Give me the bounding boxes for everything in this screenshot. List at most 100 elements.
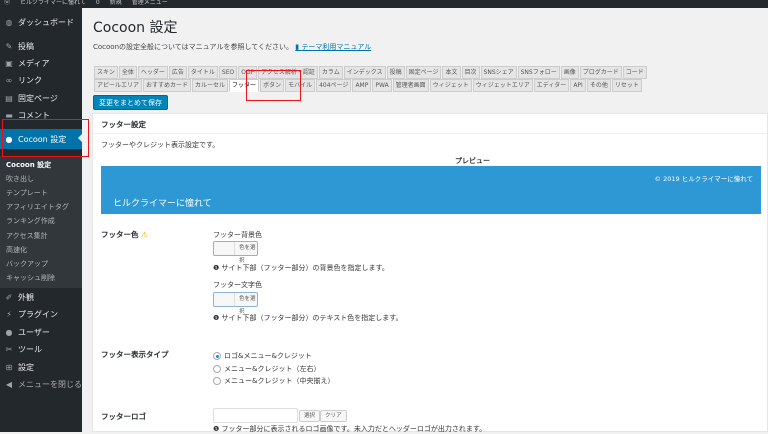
submenu-item[interactable]: Cocoon 設定 [6, 160, 51, 170]
save-all-button[interactable]: 変更をまとめて保存 [93, 95, 168, 110]
new-link[interactable]: 新規 [110, 0, 122, 8]
tab[interactable]: 投稿 [386, 66, 405, 79]
tab[interactable]: ウィジェット [429, 79, 472, 92]
tab[interactable]: タイトル [187, 66, 218, 79]
display-type-option[interactable]: ロゴ&メニュー&クレジット [213, 351, 312, 361]
tab[interactable]: インデックス [343, 66, 386, 79]
tab[interactable]: 管理者画面 [392, 79, 429, 92]
tab[interactable]: カラム [318, 66, 343, 79]
tab[interactable]: リセット [611, 79, 642, 92]
page-icon: ▤ [5, 94, 13, 103]
tab[interactable]: アクセス解析・認証 [258, 66, 318, 79]
label: Cocoon 設定 [18, 134, 67, 144]
radio[interactable] [213, 377, 221, 385]
tab[interactable]: アピールエリア [94, 79, 143, 92]
comment-icon: ▬ [5, 111, 13, 120]
sidebar-item-posts[interactable]: ✎ 投稿 [0, 38, 82, 55]
tab[interactable]: スキン [94, 66, 118, 79]
section-description: フッターやクレジット表示設定です。 [101, 141, 220, 149]
sidebar-item-users[interactable]: ● ユーザー [0, 324, 82, 341]
label: 投稿 [18, 42, 34, 51]
tab[interactable]: ボタン [260, 79, 285, 92]
tab[interactable]: おすすめカード [143, 79, 192, 92]
submenu-item[interactable]: アフィリエイトタグ [6, 202, 69, 212]
display-type-option[interactable]: メニュー&クレジット（左右） [213, 364, 320, 374]
sidebar-item-links[interactable]: ∞ リンク [0, 72, 82, 89]
submenu-item[interactable]: キャッシュ削除 [6, 273, 55, 283]
comments-count[interactable]: 0 [96, 0, 100, 8]
tab[interactable]: 全体 [118, 66, 137, 79]
footer-logo-label: フッターロゴ [101, 412, 146, 421]
tab[interactable]: 目次 [461, 66, 480, 79]
link-icon: ∞ [5, 76, 13, 85]
plugin-icon: ⚡ [6, 310, 12, 319]
sidebar-item-tools[interactable]: ✂ ツール [0, 341, 82, 358]
tab[interactable]: SEO [218, 66, 238, 79]
sidebar-item-cocoon-settings[interactable]: ● Cocoon 設定 [0, 129, 82, 149]
tab[interactable]: SNSフォロー [517, 66, 560, 79]
tab[interactable]: ヘッダー [137, 66, 168, 79]
info-icon: ❶ [213, 314, 220, 322]
collapse-icon: ◀ [5, 380, 13, 389]
tab[interactable]: 固定ページ [405, 66, 442, 79]
wp-logo-icon[interactable]: ⓦ [4, 0, 10, 8]
tab[interactable]: 画像 [560, 66, 579, 79]
sidebar-item-dashboard[interactable]: ◍ ダッシュボード [0, 14, 82, 31]
logo-url-input[interactable] [213, 408, 298, 423]
sidebar-item-media[interactable]: ▣ メディア [0, 55, 82, 72]
label: コメント [18, 111, 50, 120]
tab[interactable]: SNSシェア [480, 66, 517, 79]
site-name-link[interactable]: ヒルクライマーに憧れて [20, 0, 86, 8]
submenu-item[interactable]: 吹き出し [6, 174, 34, 184]
admin-menu-link[interactable]: 管理メニュー [132, 0, 168, 8]
text-color-picker[interactable]: 色を選択 [213, 292, 258, 315]
radio[interactable] [213, 365, 221, 373]
tab[interactable]: 広告 [168, 66, 187, 79]
tab[interactable]: その他 [586, 79, 611, 92]
warning-icon: ⚠ [141, 230, 148, 239]
intro-text: Cocoonの設定全般についてはマニュアルを参照してください。 ▮ テーマ利用マ… [93, 42, 371, 52]
radio-checked[interactable] [213, 352, 221, 360]
bg-color-label: フッター背景色 [213, 231, 262, 239]
sidebar-item-plugins[interactable]: ⚡ プラグイン [0, 306, 82, 323]
sidebar-item-settings[interactable]: ⊞ 設定 [0, 359, 82, 376]
tab[interactable]: ブログカード [579, 66, 622, 79]
submenu-item[interactable]: アクセス集計 [6, 231, 48, 241]
sidebar-item-comments[interactable]: ▬ コメント [0, 107, 82, 124]
tab[interactable]: エディター [533, 79, 570, 92]
tab[interactable]: カルーセル [192, 79, 229, 92]
logo-clear-button[interactable]: クリア [320, 410, 347, 422]
label: ロゴ&メニュー&クレジット [224, 352, 312, 360]
tab[interactable]: 本文 [442, 66, 461, 79]
manual-link[interactable]: ▮ テーマ利用マニュアル [295, 43, 371, 51]
user-icon: ● [5, 328, 13, 337]
media-icon: ▣ [5, 59, 13, 68]
preview-credit: © 2019 ヒルクライマーに憧れて [654, 175, 753, 183]
tab[interactable]: ウィジェットエリア [472, 79, 533, 92]
logo-select-button[interactable]: 選択 [299, 410, 321, 422]
submenu-item[interactable]: 高速化 [6, 245, 27, 255]
sidebar-item-appearance[interactable]: ✐ 外観 [0, 289, 82, 306]
tab[interactable]: フッター [229, 79, 260, 92]
tab[interactable]: AMP [352, 79, 372, 92]
tab[interactable]: 404ページ [316, 79, 352, 92]
footer-settings-panel: フッター設定 フッターやクレジット表示設定です。 プレビュー ヒルクライマーに憧… [92, 113, 768, 433]
tab[interactable]: PWA [372, 79, 392, 92]
submenu-item[interactable]: バックアップ [6, 259, 48, 269]
submenu-item[interactable]: テンプレート [6, 188, 48, 198]
label: フッター色 [101, 230, 139, 239]
tab[interactable]: コード [622, 66, 647, 79]
admin-bar: ⓦ ヒルクライマーに憧れて 0 新規 管理メニュー [0, 0, 768, 8]
label: ユーザー [18, 328, 50, 337]
tab[interactable]: API [570, 79, 586, 92]
submenu-item[interactable]: ランキング作成 [6, 216, 55, 226]
tab[interactable]: OGP [238, 66, 258, 79]
tab[interactable]: モバイル [285, 79, 316, 92]
sidebar-collapse-menu[interactable]: ◀ メニューを閉じる [0, 376, 82, 393]
sidebar-item-pages[interactable]: ▤ 固定ページ [0, 90, 82, 107]
bg-color-picker[interactable]: 色を選択 [213, 241, 258, 264]
settings-icon: ⊞ [5, 363, 13, 372]
wrench-icon: ✂ [5, 345, 13, 354]
preview-label: プレビュー [455, 157, 490, 165]
display-type-option[interactable]: メニュー&クレジット（中央揃え） [213, 376, 334, 386]
